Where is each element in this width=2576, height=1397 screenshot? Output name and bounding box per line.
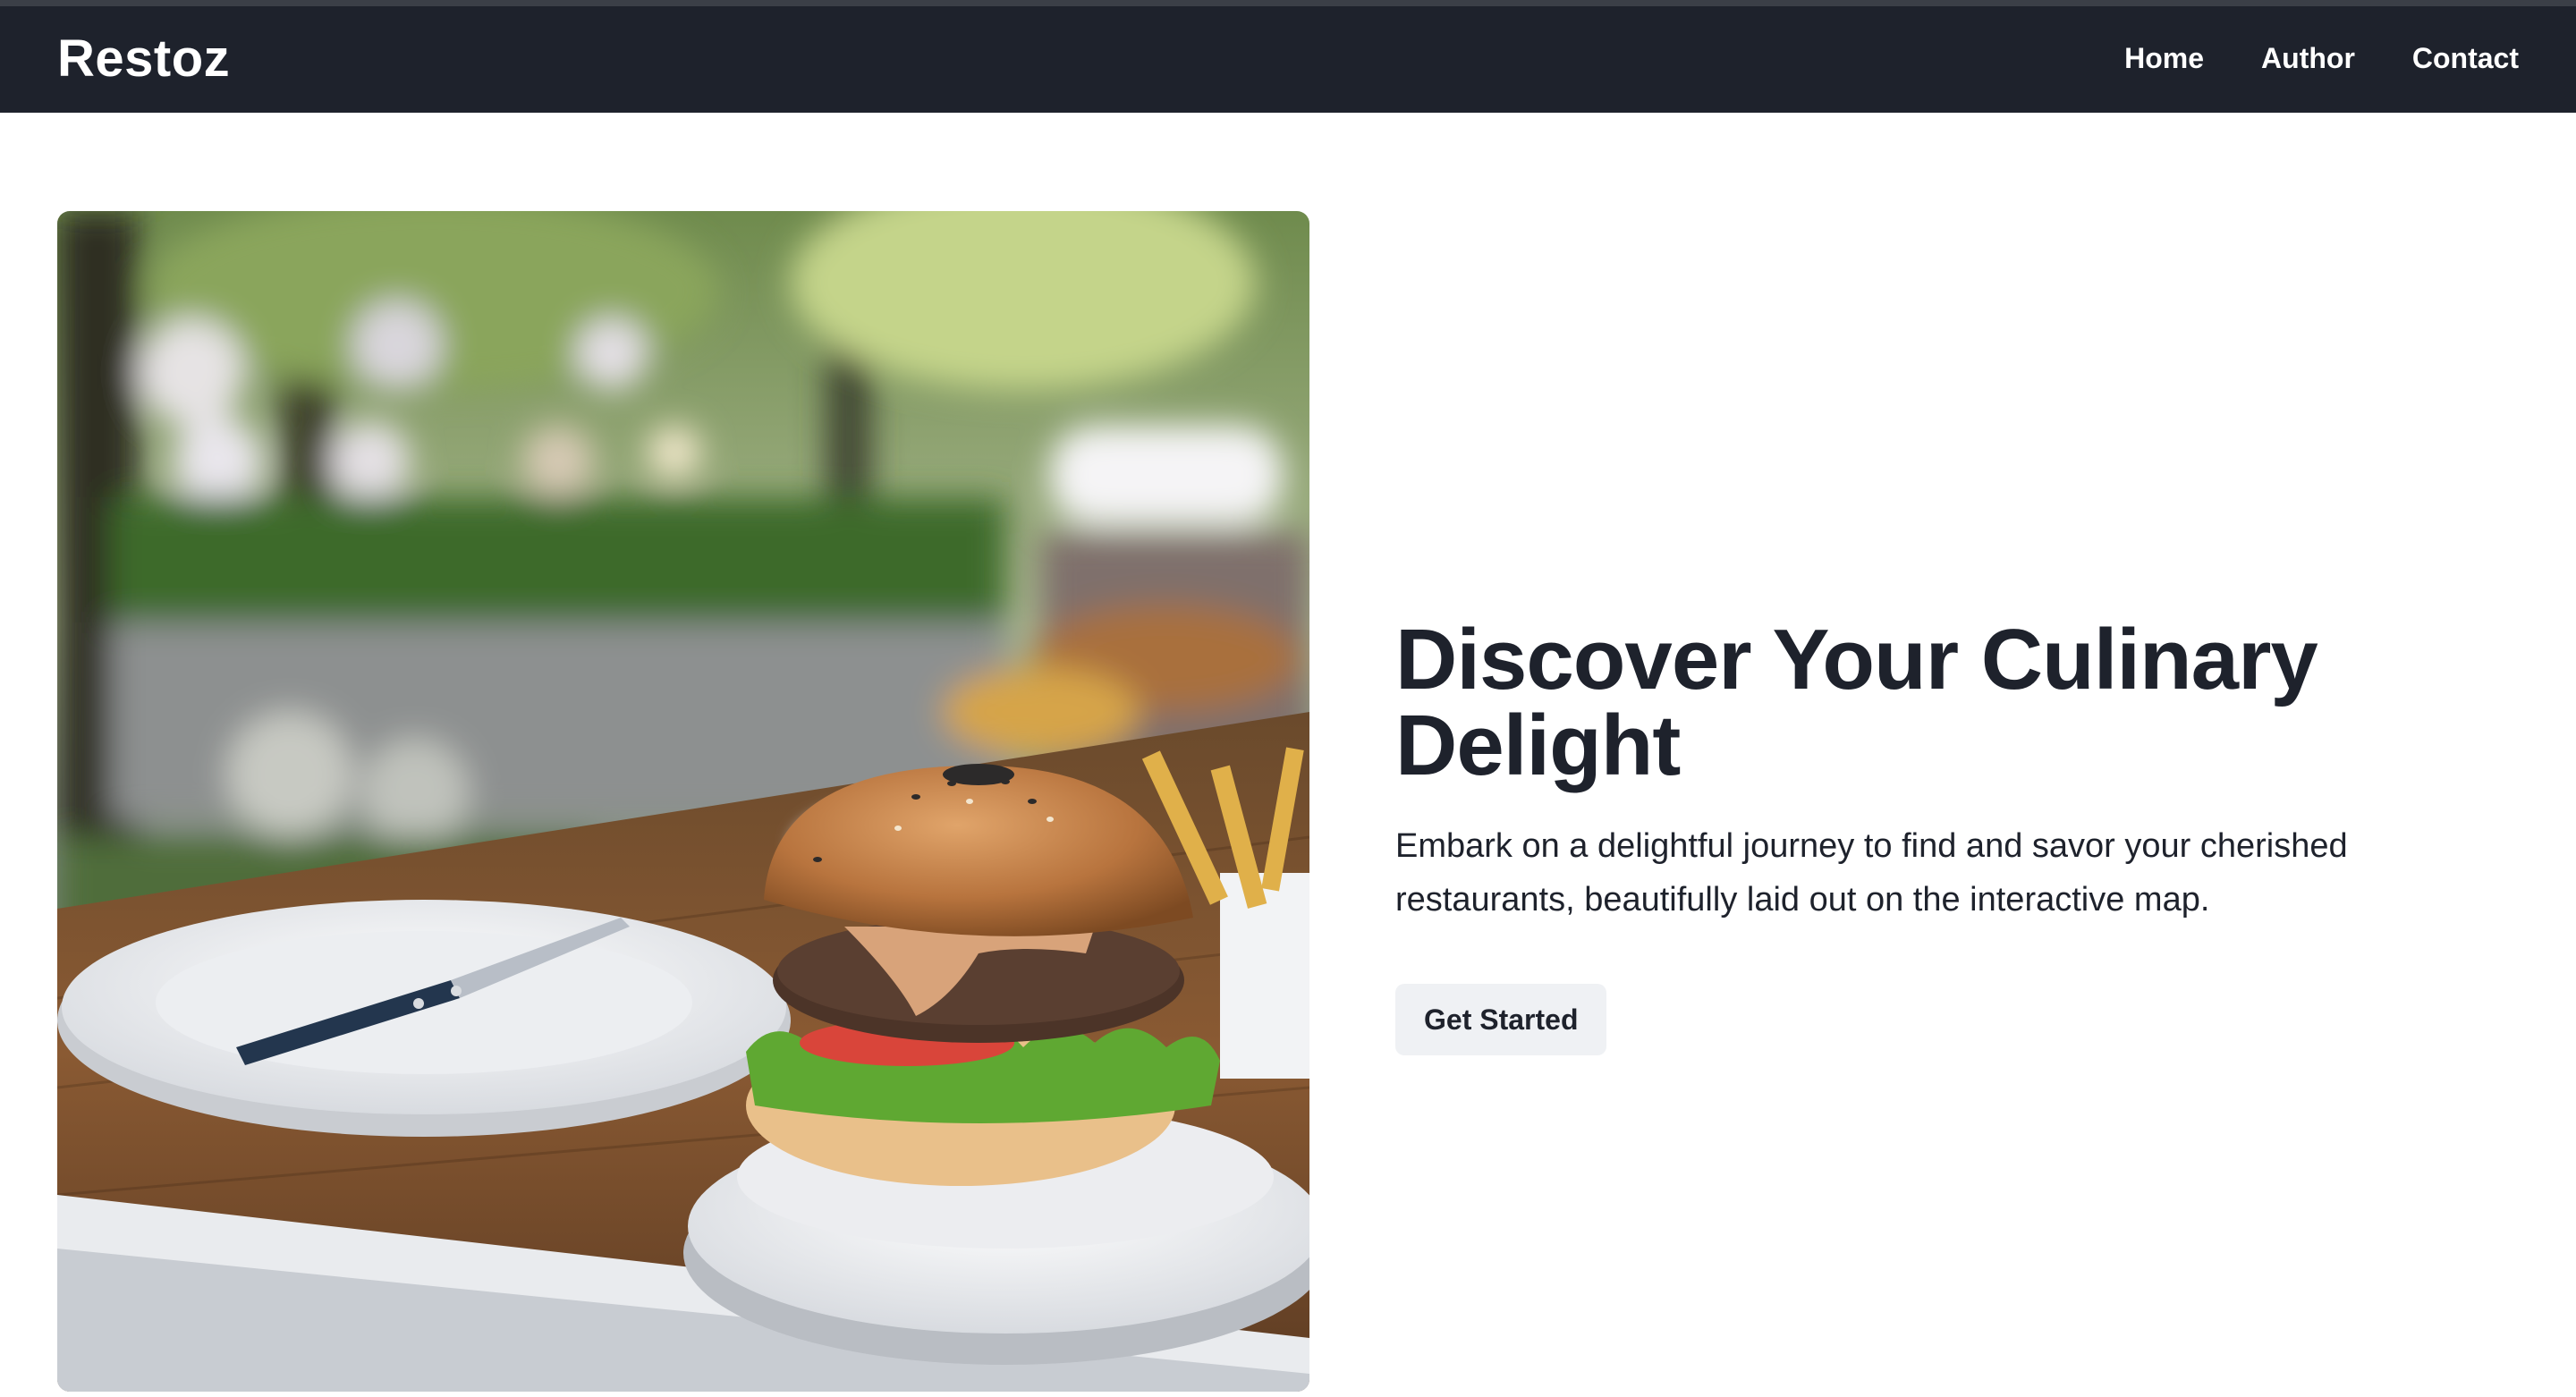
nav-contact-link[interactable]: Contact	[2412, 38, 2519, 78]
hero-title: Discover Your Culinary Delight	[1395, 612, 2318, 793]
hero-image	[57, 211, 1309, 1392]
nav-home-link[interactable]: Home	[2124, 38, 2204, 78]
hero-subtitle: Embark on a delightful journey to find a…	[1395, 827, 2348, 919]
burger-photo	[57, 211, 1309, 1392]
window-top-border	[0, 0, 2576, 6]
nav-author-link[interactable]: Author	[2261, 38, 2355, 78]
navbar: Restoz Home Author Contact	[0, 6, 2576, 113]
hero-section: Discover Your Culinary Delight Embark on…	[1395, 617, 2469, 1055]
brand-logo[interactable]: Restoz	[57, 30, 230, 89]
get-started-button[interactable]: Get Started	[1395, 984, 1607, 1055]
nav-links: Home Author Contact	[2124, 38, 2519, 78]
